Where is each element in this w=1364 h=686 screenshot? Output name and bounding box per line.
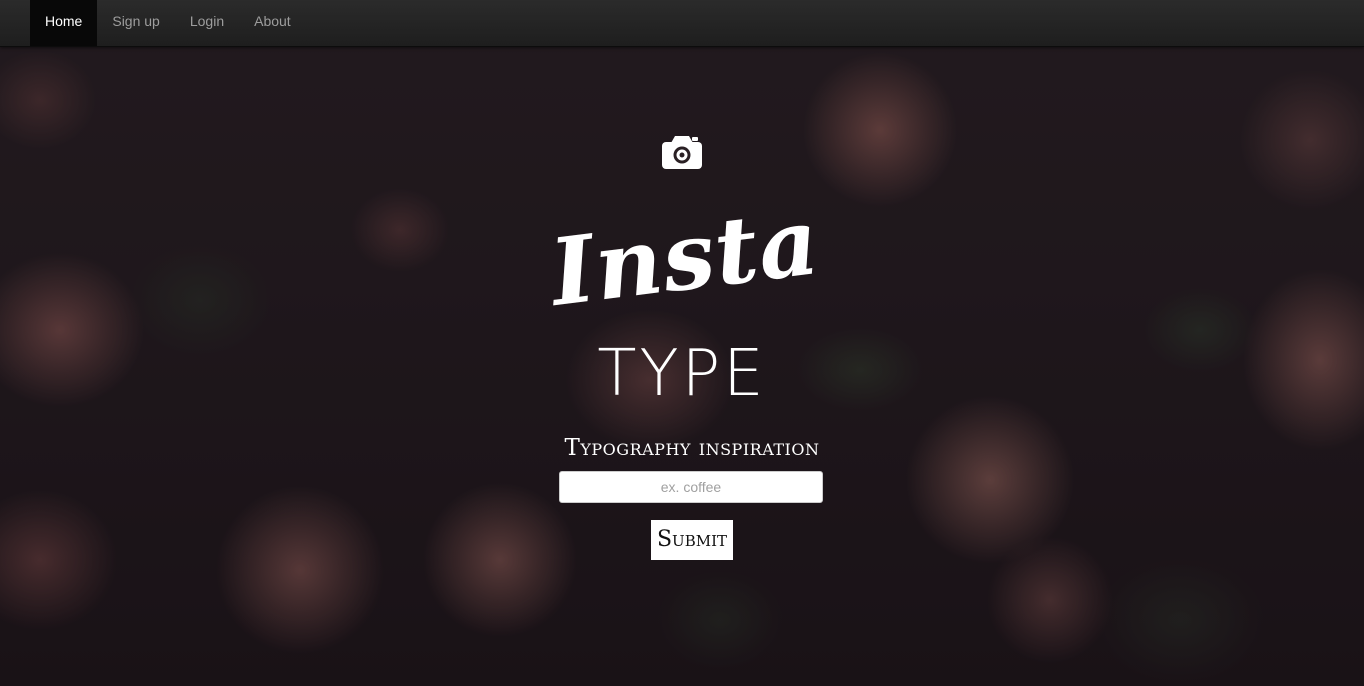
navbar: Home Sign up Login About <box>0 0 1364 47</box>
search-input[interactable] <box>559 471 823 503</box>
camera-icon <box>662 136 702 169</box>
hero-content: Insta TYPE Typography inspiration Submit <box>0 0 1364 686</box>
logo-type: TYPE <box>597 337 767 411</box>
nav-list: Home Sign up Login About <box>30 0 306 46</box>
subtitle: Typography inspiration <box>564 435 820 461</box>
submit-button[interactable]: Submit <box>651 520 733 560</box>
nav-item-login[interactable]: Login <box>175 0 239 42</box>
nav-item-about[interactable]: About <box>239 0 306 42</box>
nav-item-sign-up[interactable]: Sign up <box>97 0 174 42</box>
logo-insta: Insta <box>544 187 825 327</box>
nav-item-home[interactable]: Home <box>30 0 98 46</box>
